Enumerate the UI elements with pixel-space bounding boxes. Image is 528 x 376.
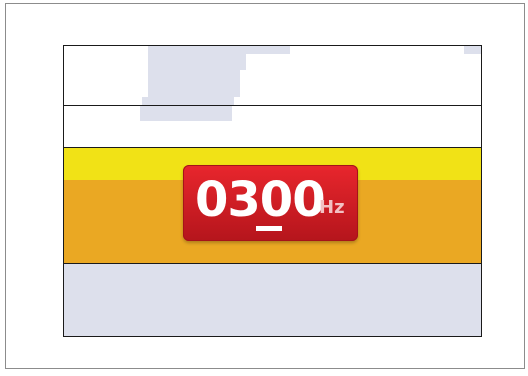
upper-region bbox=[64, 46, 481, 105]
lower-region bbox=[64, 264, 481, 336]
upper-shape bbox=[148, 54, 246, 70]
frequency-readout[interactable]: 0300 Hz bbox=[183, 165, 358, 241]
middle-region bbox=[64, 106, 481, 147]
frequency-unit: Hz bbox=[319, 197, 345, 218]
upper-shape bbox=[464, 46, 481, 54]
digit-cursor bbox=[256, 226, 282, 231]
upper-shape bbox=[148, 46, 290, 54]
upper-shape bbox=[148, 70, 240, 97]
upper-shape bbox=[142, 97, 234, 105]
frequency-value: 0300 bbox=[195, 172, 326, 228]
middle-shape bbox=[140, 106, 232, 121]
